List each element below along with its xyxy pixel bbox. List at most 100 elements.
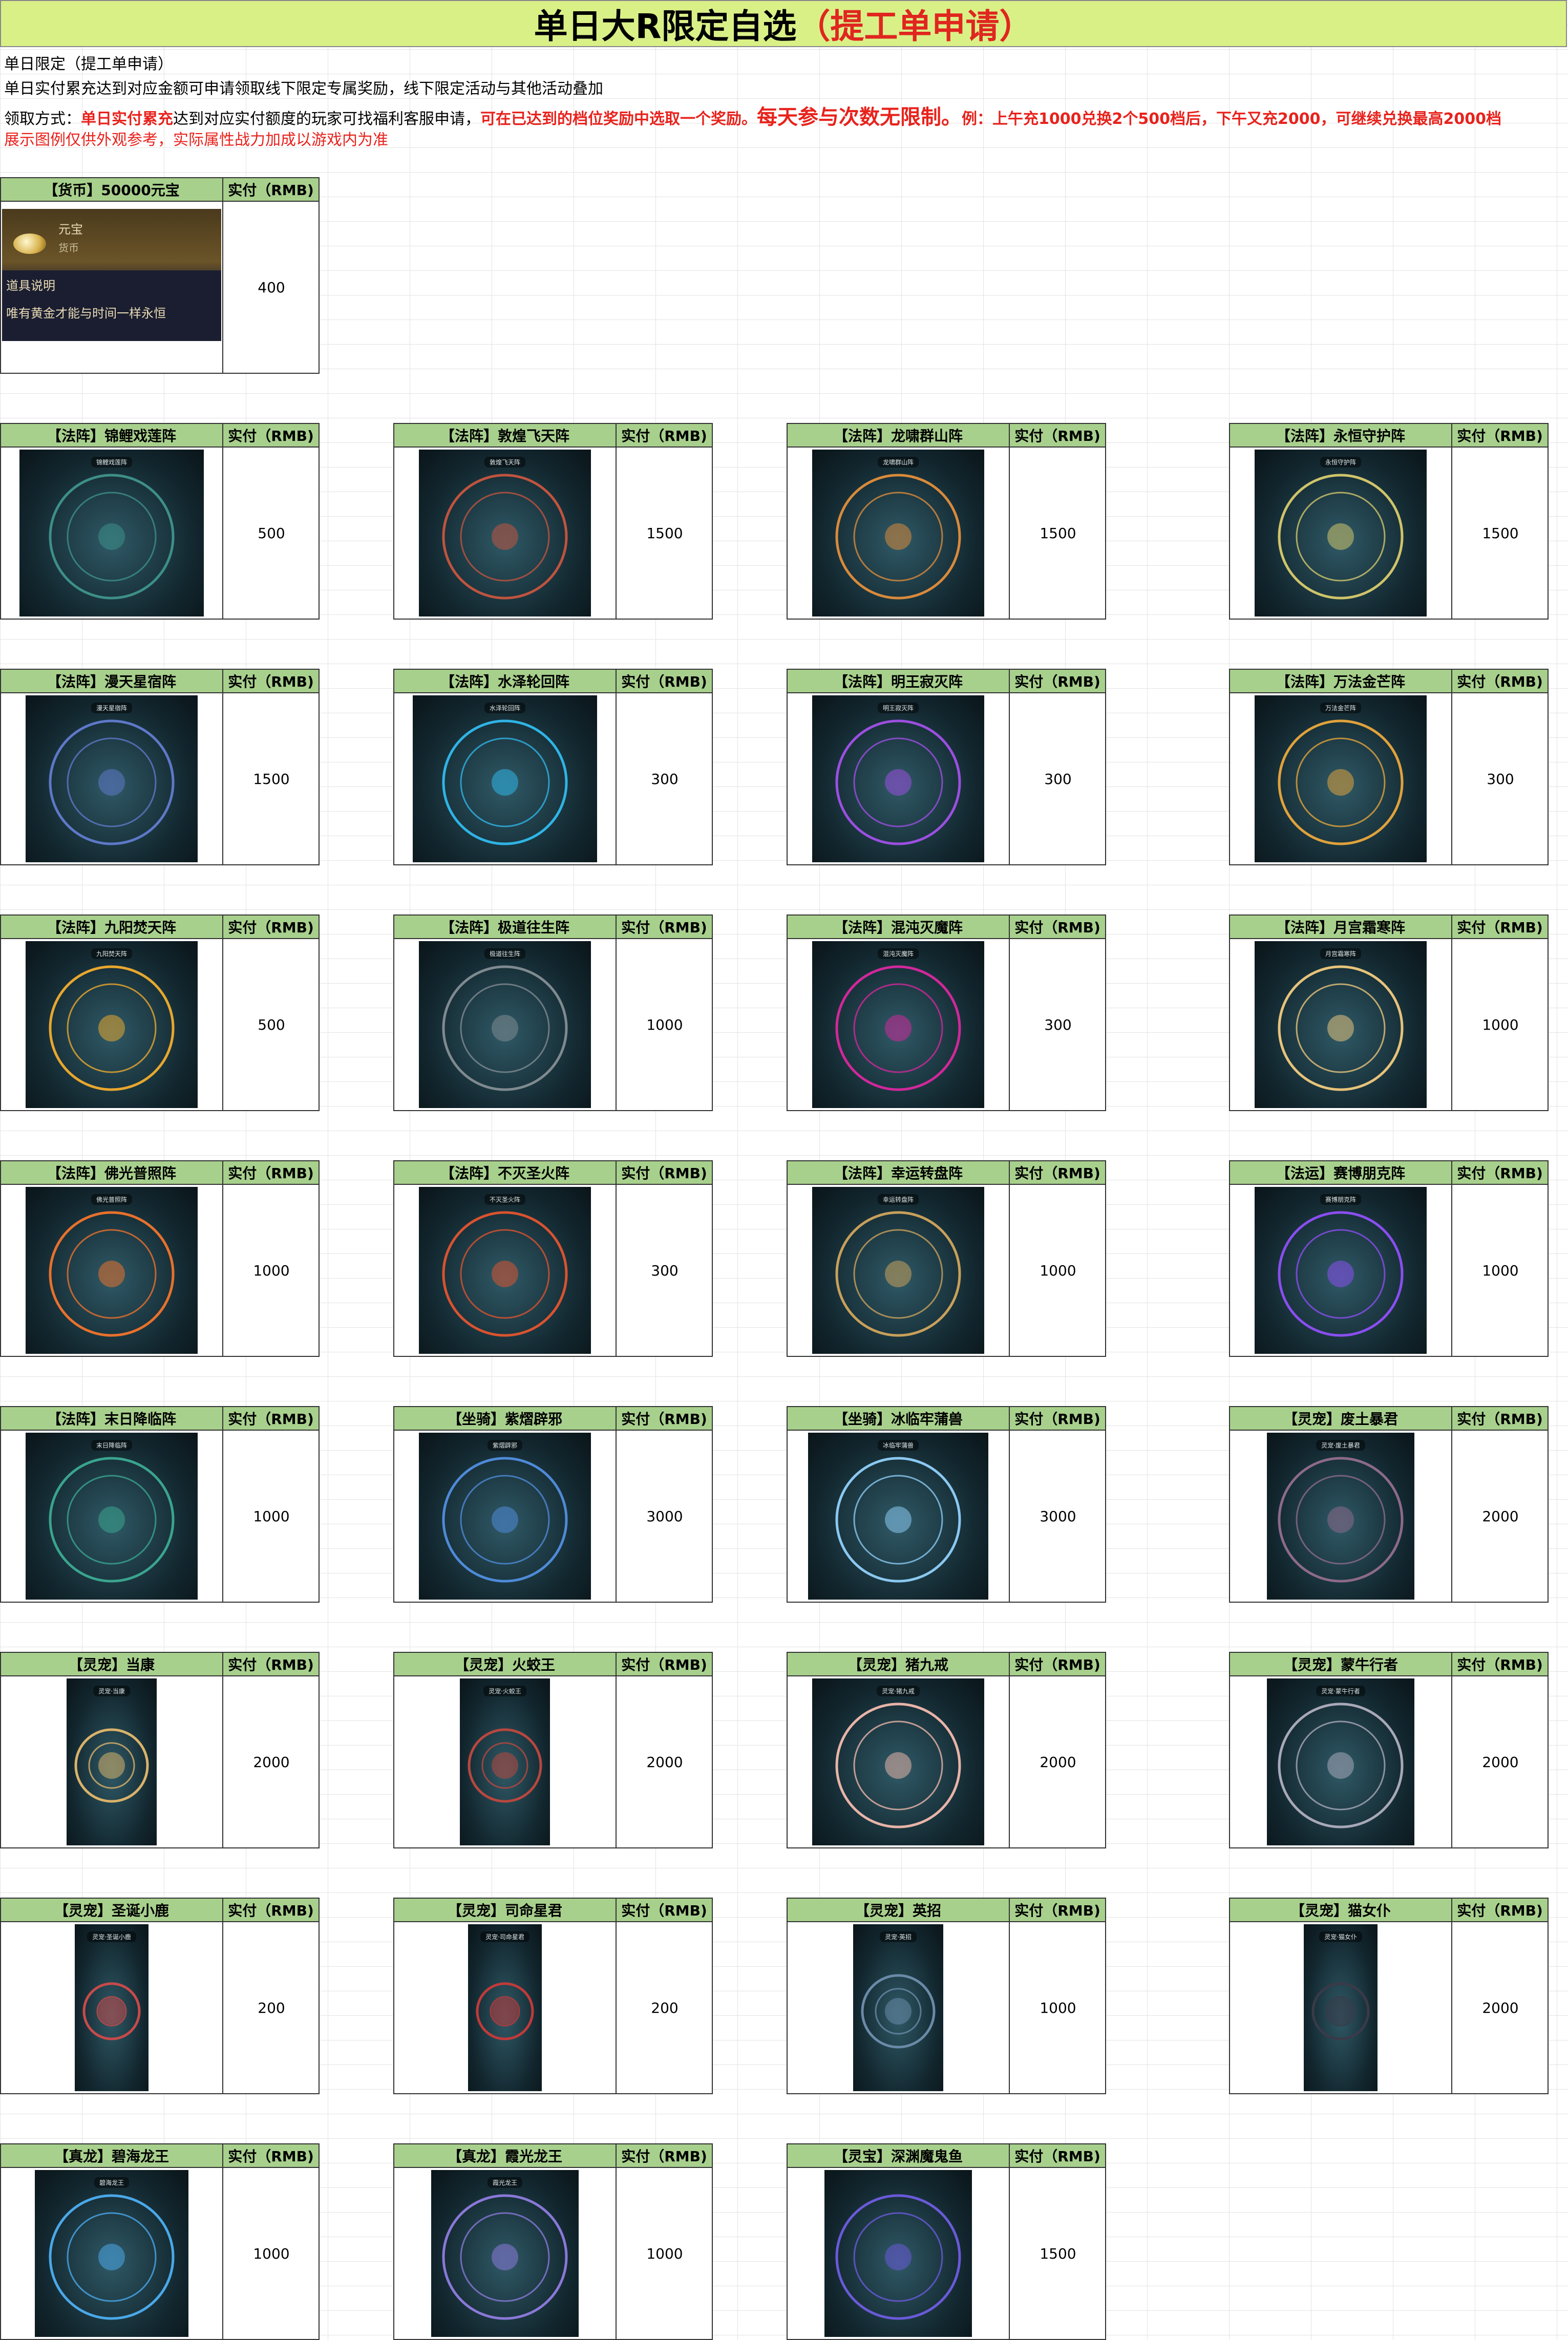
reward-name: 【真龙】碧海龙王 bbox=[1, 2144, 223, 2167]
price-header: 实付（RMB) bbox=[228, 2148, 314, 2165]
glow-core bbox=[885, 1752, 912, 1779]
info-line-4: 展示图例仅供外观参考，实际属性战力加成以游戏内为准 bbox=[4, 131, 388, 149]
reward-card: 【法阵】混沌灭魔阵 实付（RMB) 混沌灭魔阵 300 bbox=[787, 914, 1106, 1111]
reward-name: 【灵宠】火蛟王 bbox=[394, 1653, 617, 1675]
glow-core bbox=[492, 2244, 518, 2270]
reward-image-cell: 灵宠·蒙牛行者 bbox=[1230, 1676, 1452, 1847]
reward-name: 【法阵】月宫霜寒阵 bbox=[1230, 916, 1452, 938]
reward-image: 灵宠·猪九戒 bbox=[812, 1678, 984, 1845]
price-header: 实付（RMB) bbox=[1014, 1656, 1100, 1673]
reward-price: 300 bbox=[651, 770, 679, 788]
reward-image-label: 佛光普照阵 bbox=[91, 1194, 133, 1205]
reward-image-label: 灵宠·猪九戒 bbox=[877, 1686, 920, 1696]
reward-image-cell: 永恒守护阵 bbox=[1230, 448, 1452, 619]
reward-card: 【法阵】月宫霜寒阵 实付（RMB) 月宫霜寒阵 1000 bbox=[1229, 914, 1549, 1111]
price-header: 实付（RMB) bbox=[621, 1411, 707, 1428]
reward-image: 赛博朋克阵 bbox=[1255, 1187, 1427, 1354]
reward-image: 极道往生阵 bbox=[419, 941, 591, 1108]
reward-art bbox=[74, 1728, 149, 1803]
reward-image-label: 赛博朋克阵 bbox=[1320, 1194, 1362, 1205]
reward-art bbox=[835, 1457, 961, 1583]
reward-image: 敦煌飞天阵 bbox=[419, 450, 591, 616]
reward-name: 【真龙】霞光龙王 bbox=[394, 2144, 617, 2167]
reward-card: 【灵宠】废土暴君 实付（RMB) 灵宠·废土暴君 2000 bbox=[1229, 1406, 1549, 1603]
claim-method-text: 达到对应实付额度的玩家可找福利客服申请， bbox=[173, 110, 480, 128]
reward-name: 【法阵】龙啸群山阵 bbox=[788, 424, 1010, 446]
reward-card: 【灵宠】猪九戒 实付（RMB) 灵宠·猪九戒 2000 bbox=[787, 1652, 1106, 1848]
reward-price: 1000 bbox=[253, 1507, 290, 1525]
reward-name: 【法阵】水泽轮回阵 bbox=[394, 670, 617, 692]
reward-art bbox=[442, 719, 568, 845]
reward-art bbox=[49, 965, 175, 1091]
reward-image-label: 灵宠·英招 bbox=[880, 1931, 917, 1942]
reward-card: 【法阵】明王寂灭阵 实付（RMB) 明王寂灭阵 300 bbox=[787, 669, 1106, 865]
reward-price: 2000 bbox=[1482, 1999, 1519, 2016]
price-header: 实付（RMB) bbox=[621, 1165, 707, 1182]
reward-art bbox=[476, 1982, 534, 2040]
reward-price: 1500 bbox=[253, 770, 290, 788]
reward-card: 【真龙】霞光龙王 实付（RMB) 霞光龙王 1000 bbox=[393, 2143, 713, 2340]
title-sub: （提工单申请） bbox=[796, 7, 1033, 46]
reward-card: 【灵宠】火蛟王 实付（RMB) 灵宠·火蛟王 2000 bbox=[393, 1652, 713, 1848]
reward-art bbox=[1278, 965, 1404, 1091]
reward-image-label: 末日降临阵 bbox=[91, 1440, 133, 1451]
price-header: 实付（RMB) bbox=[1457, 673, 1543, 690]
reward-card: 【灵宠】英招 实付（RMB) 灵宠·英招 1000 bbox=[787, 1898, 1106, 2094]
price-header: 实付（RMB) bbox=[228, 182, 314, 199]
reward-image-label: 敦煌飞天阵 bbox=[484, 457, 526, 467]
price-header: 实付（RMB) bbox=[228, 1656, 314, 1673]
reward-card: 【法阵】漫天星宿阵 实付（RMB) 漫天星宿阵 1500 bbox=[0, 669, 320, 865]
coin-desc-text: 唯有黄金才能与时间一样永恒 bbox=[6, 306, 166, 321]
reward-price: 2000 bbox=[1040, 1753, 1076, 1771]
page-title: 单日大R限定自选 （提工单申请） bbox=[0, 0, 1567, 47]
reward-image: 灵宠·蒙牛行者 bbox=[1267, 1678, 1414, 1845]
price-header: 实付（RMB) bbox=[621, 1902, 707, 1919]
glow-core bbox=[98, 1998, 125, 2025]
reward-image-label: 不灭圣火阵 bbox=[484, 1194, 526, 1205]
reward-card: 【灵宠】蒙牛行者 实付（RMB) 灵宠·蒙牛行者 2000 bbox=[1229, 1652, 1549, 1848]
reward-name: 【法阵】明王寂灭阵 bbox=[788, 670, 1010, 692]
reward-image-label: 灵宠·圣诞小鹿 bbox=[87, 1931, 136, 1942]
reward-image-label: 灵宠·废土暴君 bbox=[1316, 1440, 1365, 1451]
reward-image-label: 锦鲤戏莲阵 bbox=[91, 457, 133, 467]
reward-price: 2000 bbox=[646, 1753, 683, 1771]
claim-method-highlight: 单日实付累充 bbox=[81, 110, 173, 128]
glow-core bbox=[492, 1015, 518, 1041]
glow-core bbox=[98, 523, 125, 550]
reward-card: 【灵宠】圣诞小鹿 实付（RMB) 灵宠·圣诞小鹿 200 bbox=[0, 1898, 320, 2094]
reward-image-cell: 水泽轮回阵 bbox=[394, 693, 617, 864]
reward-image-cell: 佛光普照阵 bbox=[1, 1185, 223, 1356]
price-header: 实付（RMB) bbox=[621, 428, 707, 444]
price-header: 实付（RMB) bbox=[228, 1902, 314, 1919]
reward-art bbox=[49, 2194, 175, 2320]
price-header: 实付（RMB) bbox=[1457, 919, 1543, 936]
reward-image-label: 冰临牢蒲兽 bbox=[877, 1440, 919, 1451]
glow-core bbox=[98, 2244, 125, 2270]
claim-unlimited: 每天参与次数无限制。 bbox=[757, 105, 962, 129]
reward-price: 300 bbox=[651, 1262, 679, 1279]
reward-image-label: 水泽轮回阵 bbox=[484, 703, 526, 713]
reward-art bbox=[1278, 474, 1404, 600]
reward-image: 灵宠·圣诞小鹿 bbox=[75, 1924, 149, 2091]
reward-image-label: 碧海龙王 bbox=[94, 2177, 130, 2188]
price-header: 实付（RMB) bbox=[621, 1656, 707, 1673]
price-header: 实付（RMB) bbox=[1014, 1411, 1100, 1428]
reward-price: 500 bbox=[258, 524, 285, 542]
price-header: 实付（RMB) bbox=[1014, 919, 1100, 936]
reward-image-cell: 霞光龙王 bbox=[394, 2168, 617, 2339]
reward-image-cell: 不灭圣火阵 bbox=[394, 1185, 617, 1356]
reward-price: 1000 bbox=[1482, 1262, 1519, 1279]
reward-art bbox=[1278, 1703, 1404, 1828]
price-header: 实付（RMB) bbox=[228, 428, 314, 444]
reward-image-cell: 灵宠·当康 bbox=[1, 1676, 223, 1847]
price-header: 实付（RMB) bbox=[621, 2148, 707, 2165]
reward-name: 【法阵】幸运转盘阵 bbox=[788, 1161, 1010, 1184]
glow-core bbox=[98, 1015, 125, 1041]
reward-name: 【法阵】末日降临阵 bbox=[1, 1407, 223, 1430]
reward-image: 永恒守护阵 bbox=[1255, 450, 1427, 616]
reward-image-label: 极道往生阵 bbox=[484, 948, 526, 959]
reward-art bbox=[82, 1982, 141, 2040]
coin-desc-band: 道具说明 唯有黄金才能与时间一样永恒 bbox=[2, 270, 221, 341]
reward-price: 1000 bbox=[1482, 1016, 1519, 1033]
reward-image: 霞光龙王 bbox=[431, 2170, 579, 2337]
